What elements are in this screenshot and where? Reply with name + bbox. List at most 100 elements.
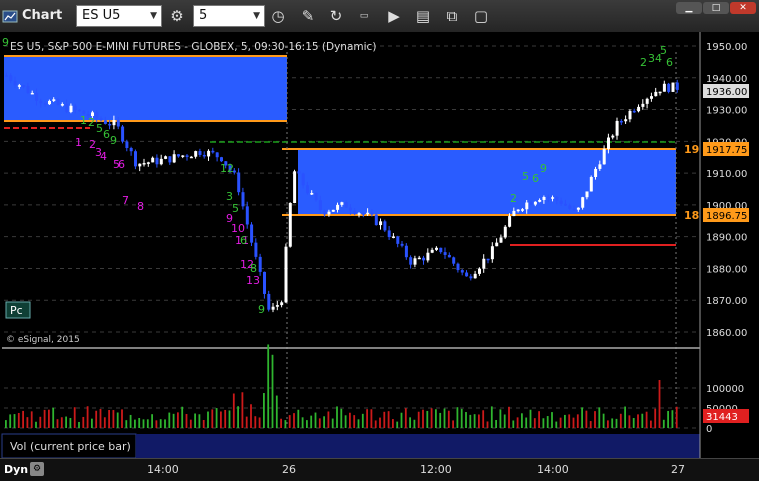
sequence-counter: 1 bbox=[75, 136, 82, 149]
volume-bar bbox=[611, 418, 614, 428]
volume-bar bbox=[478, 414, 480, 428]
volume-bar bbox=[598, 407, 601, 428]
volume-bar bbox=[607, 420, 609, 428]
zone-low-value: 1896.75 bbox=[706, 211, 747, 222]
candle-body bbox=[357, 213, 361, 215]
candle-body bbox=[185, 155, 189, 157]
chart-canvas[interactable]: 91 2 5 6 91 234567 891011121312356892 3 45625 69 … bbox=[0, 32, 759, 460]
volume-bar bbox=[379, 417, 381, 428]
price-tick-label: 1870.00 bbox=[706, 296, 747, 307]
volume-bar bbox=[533, 418, 536, 428]
symbol-input[interactable]: ES U5 ▼ bbox=[76, 5, 162, 27]
volume-bar bbox=[9, 414, 12, 428]
volume-bar bbox=[275, 395, 278, 428]
supply-zone bbox=[4, 56, 287, 120]
candle-body bbox=[641, 103, 645, 107]
sequence-counter: 9 bbox=[258, 303, 265, 316]
volume-bar bbox=[237, 406, 239, 428]
zone-high-stub: 19 bbox=[684, 143, 699, 156]
volume-bar bbox=[215, 408, 218, 428]
volume-bar bbox=[619, 413, 622, 428]
volume-bar bbox=[409, 417, 411, 428]
play-icon[interactable]: ▶ bbox=[383, 5, 405, 27]
volume-bar bbox=[490, 406, 493, 428]
volume-bar bbox=[383, 411, 386, 428]
comment-icon[interactable]: ▢ bbox=[470, 5, 492, 27]
pencil-icon[interactable]: ✎ bbox=[297, 5, 319, 27]
candle-body bbox=[5, 75, 8, 77]
candle-body bbox=[318, 200, 322, 211]
pc-label: Pc bbox=[10, 304, 23, 317]
candle-body bbox=[56, 99, 60, 105]
volume-bar bbox=[581, 407, 583, 428]
volume-bar bbox=[650, 420, 652, 428]
volume-bar bbox=[413, 419, 416, 428]
volume-bar bbox=[189, 419, 192, 428]
candle-body bbox=[508, 216, 512, 227]
candle-body bbox=[422, 257, 426, 261]
dyn-label[interactable]: Dyn bbox=[4, 463, 28, 476]
candle-body bbox=[551, 197, 555, 199]
candle-body bbox=[327, 211, 331, 215]
volume-bar bbox=[572, 417, 575, 428]
volume-bar bbox=[370, 409, 373, 428]
candle-body bbox=[615, 120, 619, 136]
volume-bar bbox=[22, 410, 24, 428]
candle-body bbox=[99, 118, 103, 121]
interval-input[interactable]: 5 ▼ bbox=[193, 5, 265, 27]
candle-body bbox=[349, 207, 352, 211]
symbol-value: ES U5 bbox=[82, 8, 121, 23]
time-label: 14:00 bbox=[147, 463, 179, 476]
refresh-icon[interactable]: ↻ bbox=[325, 5, 347, 27]
candle-body bbox=[499, 237, 503, 243]
settings-icon[interactable]: ⚙ bbox=[30, 462, 44, 476]
zone-high-value: 1917.75 bbox=[706, 145, 747, 156]
volume-bar bbox=[460, 408, 463, 428]
interval-settings-icon[interactable]: ⚙ bbox=[166, 5, 188, 27]
candle-body bbox=[525, 202, 529, 210]
candle-body bbox=[533, 201, 537, 205]
volume-bar bbox=[310, 415, 313, 428]
candle-body bbox=[521, 209, 524, 211]
candle-body bbox=[194, 151, 198, 157]
candle-body bbox=[645, 98, 649, 104]
volume-bar bbox=[134, 419, 136, 428]
volume-bar bbox=[422, 409, 424, 428]
link-icon[interactable]: ⧉ bbox=[441, 5, 463, 27]
chevron-down-icon[interactable]: ▼ bbox=[150, 6, 157, 26]
volume-bar bbox=[486, 421, 489, 428]
candle-body bbox=[73, 105, 77, 110]
volume-bar bbox=[91, 418, 93, 428]
volume-bar bbox=[263, 393, 265, 428]
candle-body bbox=[121, 126, 125, 142]
bar-style-icon[interactable]: ▤ bbox=[412, 5, 434, 27]
sequence-counter: 3 bbox=[648, 52, 655, 65]
candle-body bbox=[69, 105, 73, 113]
maximize-icon[interactable]: □ bbox=[703, 2, 729, 14]
volume-bar bbox=[594, 411, 596, 428]
minimize-icon[interactable]: ▁ bbox=[676, 2, 702, 14]
volume-bar bbox=[404, 408, 407, 428]
chart-panel[interactable]: 9 1 2 5 6 9 1 2 3 4 5 6 7 8 9 10 11 12 13 12 3 5 6 8 9 2 3 4 5 6 2 5 6 9 … bbox=[0, 32, 759, 460]
candle-body bbox=[314, 193, 318, 201]
candle-body bbox=[650, 96, 653, 99]
volume-bar bbox=[546, 416, 549, 428]
candle-body bbox=[576, 207, 580, 210]
close-icon[interactable]: ✕ bbox=[730, 2, 756, 14]
candle-body bbox=[138, 163, 142, 167]
clock-icon[interactable]: ◷ bbox=[267, 5, 289, 27]
volume-bar bbox=[185, 413, 188, 428]
volume-bar bbox=[125, 420, 128, 428]
candle-body bbox=[26, 85, 30, 94]
candle-body bbox=[383, 221, 387, 231]
volume-bar bbox=[602, 413, 605, 428]
study-icon[interactable]: ▭ bbox=[353, 5, 375, 27]
candle-body bbox=[168, 156, 172, 163]
candle-body bbox=[654, 91, 658, 97]
candle-body bbox=[17, 85, 21, 87]
candle-body bbox=[370, 212, 374, 215]
volume-bar bbox=[177, 412, 179, 428]
candle-body bbox=[267, 293, 271, 310]
volume-bar bbox=[155, 420, 158, 428]
chevron-down-icon[interactable]: ▼ bbox=[253, 6, 260, 26]
